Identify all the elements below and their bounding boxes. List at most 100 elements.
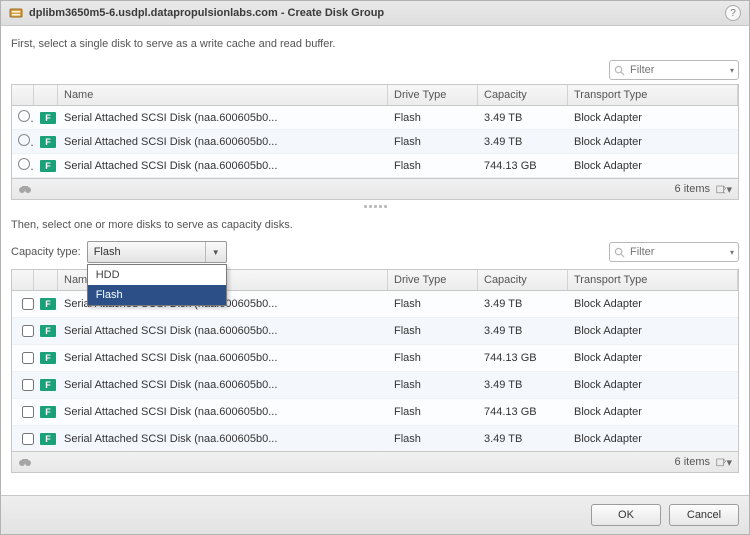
disk-capacity: 744.13 GB xyxy=(478,402,568,422)
export-icon[interactable]: ▾ xyxy=(716,182,732,196)
disk-drivetype: Flash xyxy=(388,321,478,341)
instruction-capacity: Then, select one or more disks to serve … xyxy=(11,219,739,231)
flash-badge: F xyxy=(34,156,58,176)
capacity-option-flash[interactable]: Flash xyxy=(88,285,226,305)
disk-name: Serial Attached SCSI Disk (naa.600605b0.… xyxy=(58,402,388,422)
disk-capacity: 744.13 GB xyxy=(478,348,568,368)
items-count-2: 6 items xyxy=(675,456,710,468)
table-row[interactable]: FSerial Attached SCSI Disk (naa.600605b0… xyxy=(12,106,738,130)
disk-capacity: 3.49 TB xyxy=(478,108,568,128)
grid-footer-2: 6 items ▾ xyxy=(12,451,738,472)
help-icon[interactable]: ? xyxy=(725,5,741,21)
chevron-down-icon[interactable]: ▾ xyxy=(730,66,734,75)
filter-input-1[interactable] xyxy=(628,63,708,77)
radio-select[interactable] xyxy=(12,154,34,177)
table-row[interactable]: FSerial Attached SCSI Disk (naa.600605b0… xyxy=(12,399,738,426)
capacity-type-combo[interactable]: Flash ▼ HDD Flash xyxy=(87,241,227,263)
export-icon[interactable]: ▾ xyxy=(716,455,732,469)
disk-drivetype: Flash xyxy=(388,132,478,152)
disk-transport: Block Adapter xyxy=(568,375,738,395)
table-row[interactable]: FSerial Attached SCSI Disk (naa.600605b0… xyxy=(12,372,738,399)
table-row[interactable]: FSerial Attached SCSI Disk (naa.600605b0… xyxy=(12,154,738,178)
table-row[interactable]: FSerial Attached SCSI Disk (naa.600605b0… xyxy=(12,318,738,345)
checkbox-select[interactable] xyxy=(12,318,34,344)
disk-capacity: 3.49 TB xyxy=(478,132,568,152)
disk-transport: Block Adapter xyxy=(568,132,738,152)
button-bar: OK Cancel xyxy=(1,495,749,534)
flash-badge: F xyxy=(34,429,58,449)
disk-name: Serial Attached SCSI Disk (naa.600605b0.… xyxy=(58,348,388,368)
window-title: dplibm3650m5-6.usdpl.datapropulsionlabs.… xyxy=(29,7,384,19)
chevron-down-icon[interactable]: ▾ xyxy=(730,248,734,257)
disk-transport: Block Adapter xyxy=(568,156,738,176)
search-icon xyxy=(614,247,625,258)
flash-badge: F xyxy=(34,375,58,395)
grid-header-1: Name Drive Type Capacity Transport Type xyxy=(12,85,738,106)
disk-name: Serial Attached SCSI Disk (naa.600605b0.… xyxy=(58,429,388,449)
disk-drivetype: Flash xyxy=(388,429,478,449)
disk-name: Serial Attached SCSI Disk (naa.600605b0.… xyxy=(58,156,388,176)
disk-capacity: 3.49 TB xyxy=(478,294,568,314)
diskgroup-icon xyxy=(9,6,23,20)
capacity-option-hdd[interactable]: HDD xyxy=(88,265,226,285)
disk-transport: Block Adapter xyxy=(568,294,738,314)
disk-transport: Block Adapter xyxy=(568,321,738,341)
col-capacity[interactable]: Capacity xyxy=(478,85,568,105)
disk-transport: Block Adapter xyxy=(568,108,738,128)
radio-select[interactable] xyxy=(12,130,34,153)
filter-box-2[interactable]: ▾ xyxy=(609,242,739,262)
checkbox-select[interactable] xyxy=(12,345,34,371)
flash-badge: F xyxy=(34,321,58,341)
disk-drivetype: Flash xyxy=(388,348,478,368)
col-name[interactable]: Name xyxy=(58,85,388,105)
ok-button[interactable]: OK xyxy=(591,504,661,526)
binocular-icon[interactable] xyxy=(18,455,32,469)
radio-select[interactable] xyxy=(12,106,34,129)
disk-drivetype: Flash xyxy=(388,108,478,128)
cache-disk-grid: Name Drive Type Capacity Transport Type … xyxy=(11,84,739,200)
titlebar: dplibm3650m5-6.usdpl.datapropulsionlabs.… xyxy=(1,1,749,26)
filter-row-1: ▾ xyxy=(11,60,739,80)
disk-name: Serial Attached SCSI Disk (naa.600605b0.… xyxy=(58,108,388,128)
col-drivetype[interactable]: Drive Type xyxy=(388,85,478,105)
search-icon xyxy=(614,65,625,76)
disk-capacity: 3.49 TB xyxy=(478,429,568,449)
col-transport[interactable]: Transport Type xyxy=(568,85,738,105)
checkbox-select[interactable] xyxy=(12,291,34,317)
disk-capacity: 3.49 TB xyxy=(478,321,568,341)
checkbox-select[interactable] xyxy=(12,372,34,398)
disk-capacity: 744.13 GB xyxy=(478,156,568,176)
disk-drivetype: Flash xyxy=(388,294,478,314)
binocular-icon[interactable] xyxy=(18,182,32,196)
col-transport[interactable]: Transport Type xyxy=(568,270,738,290)
disk-transport: Block Adapter xyxy=(568,348,738,368)
content-area: First, select a single disk to serve as … xyxy=(1,26,749,495)
flash-badge: F xyxy=(34,348,58,368)
checkbox-select[interactable] xyxy=(12,426,34,451)
capacity-type-dropdown: HDD Flash xyxy=(87,264,227,306)
col-capacity[interactable]: Capacity xyxy=(478,270,568,290)
capacity-row: Capacity type: Flash ▼ HDD Flash ▾ xyxy=(11,241,739,263)
disk-name: Serial Attached SCSI Disk (naa.600605b0.… xyxy=(58,132,388,152)
cancel-button[interactable]: Cancel xyxy=(669,504,739,526)
flash-badge: F xyxy=(34,402,58,422)
filter-input-2[interactable] xyxy=(628,245,708,259)
disk-transport: Block Adapter xyxy=(568,429,738,449)
disk-drivetype: Flash xyxy=(388,402,478,422)
capacity-type-value: Flash xyxy=(94,246,121,258)
instruction-cache: First, select a single disk to serve as … xyxy=(11,38,739,50)
disk-capacity: 3.49 TB xyxy=(478,375,568,395)
filter-box-1[interactable]: ▾ xyxy=(609,60,739,80)
table-row[interactable]: FSerial Attached SCSI Disk (naa.600605b0… xyxy=(12,130,738,154)
disk-transport: Block Adapter xyxy=(568,402,738,422)
checkbox-select[interactable] xyxy=(12,399,34,425)
items-count-1: 6 items xyxy=(675,183,710,195)
flash-badge: F xyxy=(34,108,58,128)
table-row[interactable]: FSerial Attached SCSI Disk (naa.600605b0… xyxy=(12,426,738,451)
resize-grip[interactable] xyxy=(355,205,395,210)
col-drivetype[interactable]: Drive Type xyxy=(388,270,478,290)
disk-drivetype: Flash xyxy=(388,375,478,395)
table-row[interactable]: FSerial Attached SCSI Disk (naa.600605b0… xyxy=(12,345,738,372)
chevron-down-icon: ▼ xyxy=(212,248,220,257)
disk-drivetype: Flash xyxy=(388,156,478,176)
